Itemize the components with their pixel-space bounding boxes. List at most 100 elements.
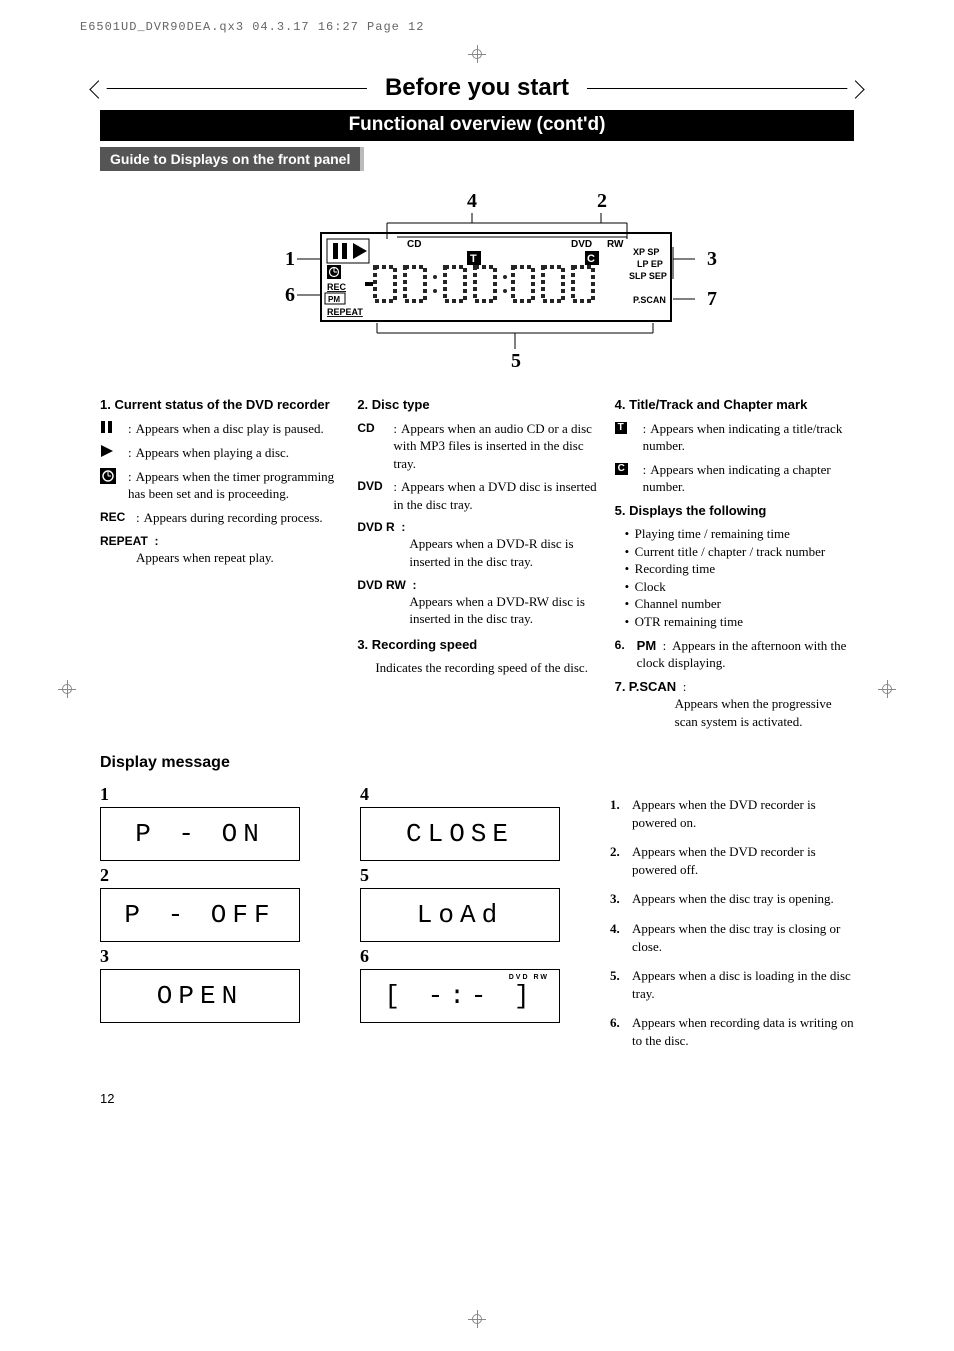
disc-type-text: Appears when a DVD-RW disc is inserted i… (409, 593, 596, 628)
front-panel-diagram: 4 2 1 6 3 7 5 (100, 189, 854, 384)
main-title: Before you start (367, 74, 587, 102)
pscan-text: Appears when the progressive scan system… (675, 695, 854, 730)
svg-text:1: 1 (285, 248, 295, 270)
column-2: 2. Disc type CD :Appears when an audio C… (357, 394, 596, 730)
list-item: Clock (625, 578, 854, 596)
column-3: 4. Title/Track and Chapter mark T :Appea… (615, 394, 854, 730)
svg-text:5: 5 (511, 350, 521, 372)
msg-column-right: 4 CLOSE 5 LoAd 6 DVD RW [ -:- ] (360, 780, 560, 1023)
pscan-label: P.SCAN (629, 679, 676, 694)
display-message-descriptions: 1.Appears when the DVD recorder is power… (610, 754, 854, 1061)
disc-type-text: Appears when a DVD disc is inserted in t… (393, 479, 596, 512)
list-item: 6.Appears when recording data is writing… (610, 1014, 854, 1049)
msg-num: 1 (100, 784, 300, 805)
pm-label: PM (637, 638, 657, 653)
pause-icon (100, 420, 128, 438)
mark-text: Appears when indicating a title/track nu… (643, 421, 843, 454)
list-item: Channel number (625, 595, 854, 613)
status-text: Appears when playing a disc. (136, 445, 289, 460)
svg-text:2: 2 (597, 190, 607, 212)
list-item: Recording time (625, 560, 854, 578)
display-box: P - OFF (100, 888, 300, 942)
msg-num: 2 (100, 865, 300, 886)
list-item: OTR remaining time (625, 613, 854, 631)
status-text: Appears when the timer programming has b… (128, 469, 334, 502)
svg-text:7: 7 (707, 288, 717, 310)
status-text: Appears during recording process. (144, 510, 323, 525)
mark-text: Appears when indicating a chapter number… (643, 462, 831, 495)
repeat-label: REPEAT (100, 534, 148, 548)
col2-heading: 2. Disc type (357, 396, 596, 414)
status-item: REC :Appears during recording process. (100, 509, 339, 527)
svg-text:LP EP: LP EP (637, 259, 663, 269)
disc-type-item: CD :Appears when an audio CD or a disc w… (357, 420, 596, 473)
timer-icon (100, 468, 128, 503)
list-item: 1.Appears when the DVD recorder is power… (610, 796, 854, 831)
svg-text:CD: CD (407, 239, 421, 250)
col1-heading: 1. Current status of the DVD recorder (100, 396, 339, 414)
svg-text:3: 3 (707, 248, 717, 270)
disc-type-item: DVD RW : Appears when a DVD-RW disc is i… (357, 577, 596, 628)
list-item: Current title / chapter / track number (625, 543, 854, 561)
status-item: :Appears when playing a disc. (100, 444, 339, 462)
display-message-title: Display message (100, 754, 570, 772)
status-item: :Appears when the timer programming has … (100, 468, 339, 503)
status-text: Appears when repeat play. (136, 549, 339, 567)
msg-column-left: 1 P - ON 2 P - OFF 3 OPEN (100, 780, 300, 1023)
dvd-label: DVD (357, 478, 393, 513)
title-badge-icon: T (615, 420, 643, 455)
display-message-section: Display message 1 P - ON 2 P - OFF 3 OPE… (100, 754, 854, 1061)
guide-label: Guide to Displays on the front panel (100, 147, 364, 171)
svg-text:REC: REC (327, 282, 347, 292)
svg-text:C: C (587, 253, 595, 265)
display-box: CLOSE (360, 807, 560, 861)
svg-text:T: T (470, 253, 477, 265)
svg-text:P.SCAN: P.SCAN (633, 295, 666, 305)
msg-num: 5 (360, 865, 560, 886)
title-row: Before you start (100, 74, 854, 102)
item7-num: 7. (615, 679, 626, 694)
dvd-rw-label: DVD RW (357, 578, 405, 592)
display-box: P - ON (100, 807, 300, 861)
print-header: E6501UD_DVR90DEA.qx3 04.3.17 16:27 Page … (0, 0, 954, 34)
display-box: DVD RW [ -:- ] (360, 969, 560, 1023)
chapter-badge-icon: C (615, 461, 643, 496)
svg-text:PM: PM (328, 295, 340, 304)
recording-speed-text: Indicates the recording speed of the dis… (375, 659, 596, 677)
crop-mark-icon (468, 45, 486, 63)
list-item: 5.Appears when a disc is loading in the … (610, 967, 854, 1002)
play-icon (100, 444, 128, 462)
subtitle-banner: Functional overview (cont'd) (100, 110, 854, 141)
page-content: Before you start Functional overview (co… (100, 74, 854, 1106)
list-item: 2.Appears when the DVD recorder is power… (610, 843, 854, 878)
page-number: 12 (100, 1091, 854, 1106)
msg-num: 3 (100, 946, 300, 967)
display-box: OPEN (100, 969, 300, 1023)
status-item: REPEAT : Appears when repeat play. (100, 533, 339, 567)
list-item: Playing time / remaining time (625, 525, 854, 543)
list-item: 4.Appears when the disc tray is closing … (610, 920, 854, 955)
item6-num: 6. (615, 637, 637, 672)
crop-mark-icon (58, 680, 76, 698)
svg-text:DVD: DVD (571, 239, 592, 250)
status-text: Appears when a disc play is paused. (136, 421, 324, 436)
mark-item: T :Appears when indicating a title/track… (615, 420, 854, 455)
rec-label: REC (100, 509, 136, 527)
display-box: LoAd (360, 888, 560, 942)
svg-text:XP SP: XP SP (633, 247, 659, 257)
pscan-item: 7. P.SCAN : Appears when the progressive… (615, 678, 854, 731)
svg-text:RW: RW (607, 239, 624, 250)
displays-list: Playing time / remaining time Current ti… (625, 525, 854, 630)
svg-text:6: 6 (285, 284, 295, 306)
list-item: 3.Appears when the disc tray is opening. (610, 890, 854, 908)
crop-mark-icon (468, 1310, 486, 1328)
disc-type-item: DVD R : Appears when a DVD-R disc is ins… (357, 519, 596, 570)
column-1: 1. Current status of the DVD recorder :A… (100, 394, 339, 730)
svg-text:SLP SEP: SLP SEP (629, 271, 667, 281)
cd-label: CD (357, 420, 393, 473)
disc-type-item: DVD :Appears when a DVD disc is inserted… (357, 478, 596, 513)
mark-item: C :Appears when indicating a chapter num… (615, 461, 854, 496)
disc-type-text: Appears when an audio CD or a disc with … (393, 421, 592, 471)
dvd-rw-tiny-label: DVD RW (509, 974, 549, 981)
msg-num: 6 (360, 946, 560, 967)
